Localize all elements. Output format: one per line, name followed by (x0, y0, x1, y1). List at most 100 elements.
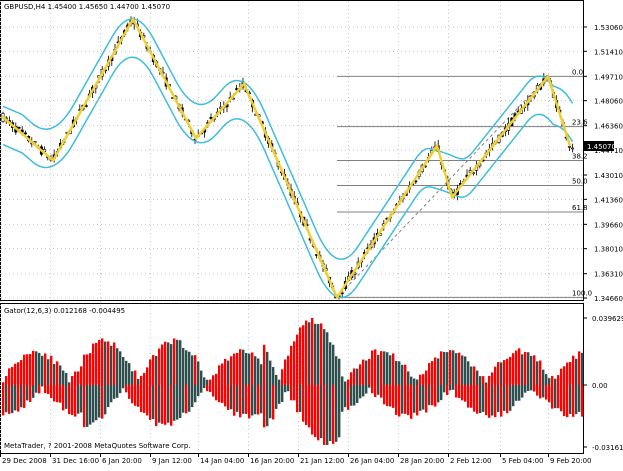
gator-down-bar (317, 385, 320, 441)
gator-down-bar (359, 385, 362, 399)
gator-up-bar (134, 370, 137, 385)
gator-up-bar (155, 355, 158, 385)
gator-down-bar (485, 385, 488, 416)
metatrader-chart-window[interactable]: 0.0 23.6 38.2 50.0 61.8 100.0 1.53060 1.51410 1… (0, 0, 623, 467)
gator-up-bar (383, 351, 386, 385)
gator-up-bar (176, 339, 179, 385)
gator-up-bar (365, 360, 368, 385)
gator-up-bar (548, 378, 551, 385)
gator-up-bar (98, 339, 101, 385)
gator-down-bar (398, 385, 401, 417)
gator-up-bar (347, 379, 350, 385)
price-panel[interactable] (0, 0, 584, 301)
gator-up-bar (161, 344, 164, 385)
gator-down-bar (191, 385, 194, 408)
gator-up-bar (317, 324, 320, 385)
gator-up-bar (416, 379, 419, 385)
gator-down-bar (41, 385, 44, 387)
gator-down-bar (431, 385, 434, 406)
gator-up-bar (26, 354, 29, 385)
gator-up-bar (110, 345, 113, 385)
gator-down-bar (47, 385, 50, 395)
gator-up-bar (245, 352, 248, 385)
gator-down-bar (68, 385, 71, 415)
gator-up-bar (32, 350, 35, 385)
gator-up-bar (146, 367, 149, 385)
gator-down-bar (242, 385, 245, 414)
gator-down-bar (245, 385, 248, 414)
gator-up-bar (209, 379, 212, 385)
gator-up-bar (203, 377, 206, 385)
gator-down-bar (182, 385, 185, 413)
gator-down-bar (5, 385, 8, 413)
gator-down-bar (386, 385, 389, 407)
gator-down-bar (254, 385, 257, 415)
gator-up-bar (239, 349, 242, 385)
gator-down-bar (299, 385, 302, 412)
gator-down-bar (467, 385, 470, 408)
price-axis[interactable]: 1.530601.514101.497101.480601.463601.447… (583, 24, 623, 303)
gator-axis[interactable]: 0.039629 0.00 -0.03161 (583, 315, 623, 452)
gator-down-bar (203, 385, 206, 389)
gator-down-bar (329, 385, 332, 441)
gator-up-bar (392, 353, 395, 385)
time-tick-label: 6 Jan 20:00 (102, 457, 142, 465)
gator-up-bar (446, 352, 449, 385)
gator-up-bar (389, 355, 392, 385)
gator-up-bar (314, 323, 317, 385)
gator-up-bar (254, 356, 257, 385)
gator-down-bar (512, 385, 515, 407)
gator-down-bar (458, 385, 461, 398)
time-tick-label: 31 Dec 16:00 (52, 457, 99, 465)
gator-down-bar (347, 385, 350, 410)
gator-down-bar (257, 385, 260, 415)
gator-down-bar (362, 385, 365, 397)
gator-up-bar (131, 371, 134, 385)
gator-down-bar (107, 385, 110, 408)
gator-down-bar (101, 385, 104, 419)
gator-down-bar (89, 385, 92, 425)
gator-down-bar (464, 385, 467, 402)
gator-down-bar (185, 385, 188, 414)
gator-down-bar (20, 385, 23, 408)
gator-down-bar (35, 385, 38, 393)
time-axis[interactable]: 29 Dec 2008 31 Dec 16:00 6 Jan 20:00 9 Jan … (0, 453, 592, 465)
gator-tick-label: 0.00 (592, 382, 608, 390)
gator-down-bar (17, 385, 20, 412)
gator-down-bar (23, 385, 26, 408)
gator-down-bar (374, 385, 377, 397)
gator-up-bar (326, 332, 329, 385)
gator-up-bar (401, 364, 404, 385)
gator-down-bar (263, 385, 266, 428)
gator-down-bar (383, 385, 386, 405)
gator-up-bar (428, 363, 431, 385)
gator-down-bar (287, 385, 290, 392)
gator-up-bar (332, 344, 335, 385)
gator-down-bar (518, 385, 521, 401)
gator-up-bar (233, 353, 236, 385)
gator-up-bar (299, 327, 302, 385)
gator-up-bar (44, 353, 47, 385)
gator-down-bar (104, 385, 107, 415)
gator-up-bar (5, 376, 8, 385)
gator-down-bar (131, 385, 134, 404)
gator-down-bar (452, 385, 455, 390)
gator-up-bar (395, 360, 398, 385)
gator-up-bar (35, 351, 38, 385)
gator-up-bar (545, 374, 548, 385)
gator-up-bar (374, 349, 377, 385)
gator-up-bar (77, 371, 80, 385)
gator-down-bar (320, 385, 323, 439)
gator-up-bar (296, 334, 299, 385)
gator-down-bar (296, 385, 299, 413)
gator-down-bar (290, 385, 293, 401)
gator-down-bar (146, 385, 149, 416)
gator-up-bar (470, 366, 473, 385)
gator-down-bar (272, 385, 275, 420)
gator-up-bar (113, 342, 116, 385)
chart-svg[interactable]: 0.023.638.250.061.8100.0 1.530601.514101… (0, 0, 623, 467)
gator-up-bar (557, 375, 560, 385)
fib-level-label: 38.2 (572, 152, 588, 160)
gator-down-bar (278, 385, 281, 404)
gator-down-bar (557, 385, 560, 409)
